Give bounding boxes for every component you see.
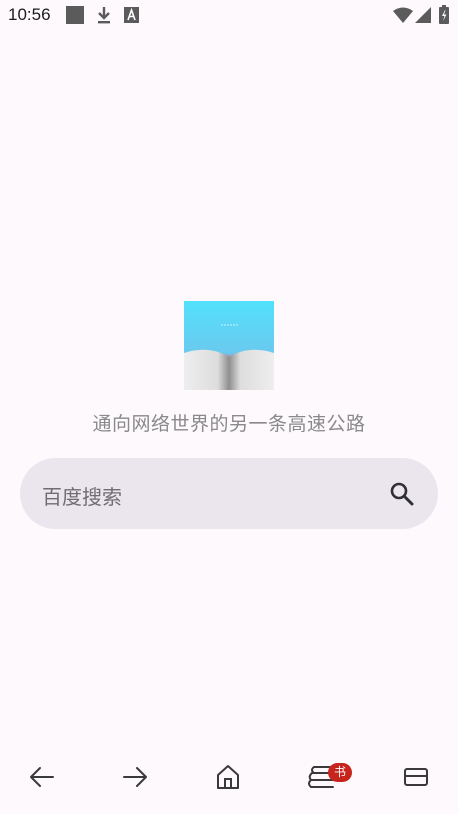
tabs-button[interactable] [399, 762, 433, 796]
status-time: 10:56 [8, 5, 51, 24]
app-logo [184, 301, 274, 390]
signal-icon [415, 7, 431, 27]
slogan-text: 通向网络世界的另一条高速公路 [92, 413, 366, 435]
search-icon[interactable] [389, 481, 415, 507]
text-a-icon [124, 6, 140, 28]
tabs-icon [403, 767, 429, 791]
status-bar: 10:56 [0, 0, 458, 32]
forward-button[interactable] [118, 762, 152, 796]
bookmarks-badge: 书 [328, 763, 352, 782]
search-box[interactable]: 百度搜索 [20, 458, 438, 529]
home-icon [215, 764, 241, 794]
bottom-navigation: 书 [0, 752, 458, 806]
arrow-left-icon [29, 766, 55, 792]
home-button[interactable] [211, 762, 245, 796]
arrow-right-icon [122, 766, 148, 792]
back-button[interactable] [25, 762, 59, 796]
download-icon [95, 6, 113, 29]
battery-icon [439, 5, 449, 28]
square-notification-icon [66, 6, 85, 29]
wifi-icon [393, 7, 413, 27]
search-placeholder[interactable]: 百度搜索 [42, 481, 122, 510]
